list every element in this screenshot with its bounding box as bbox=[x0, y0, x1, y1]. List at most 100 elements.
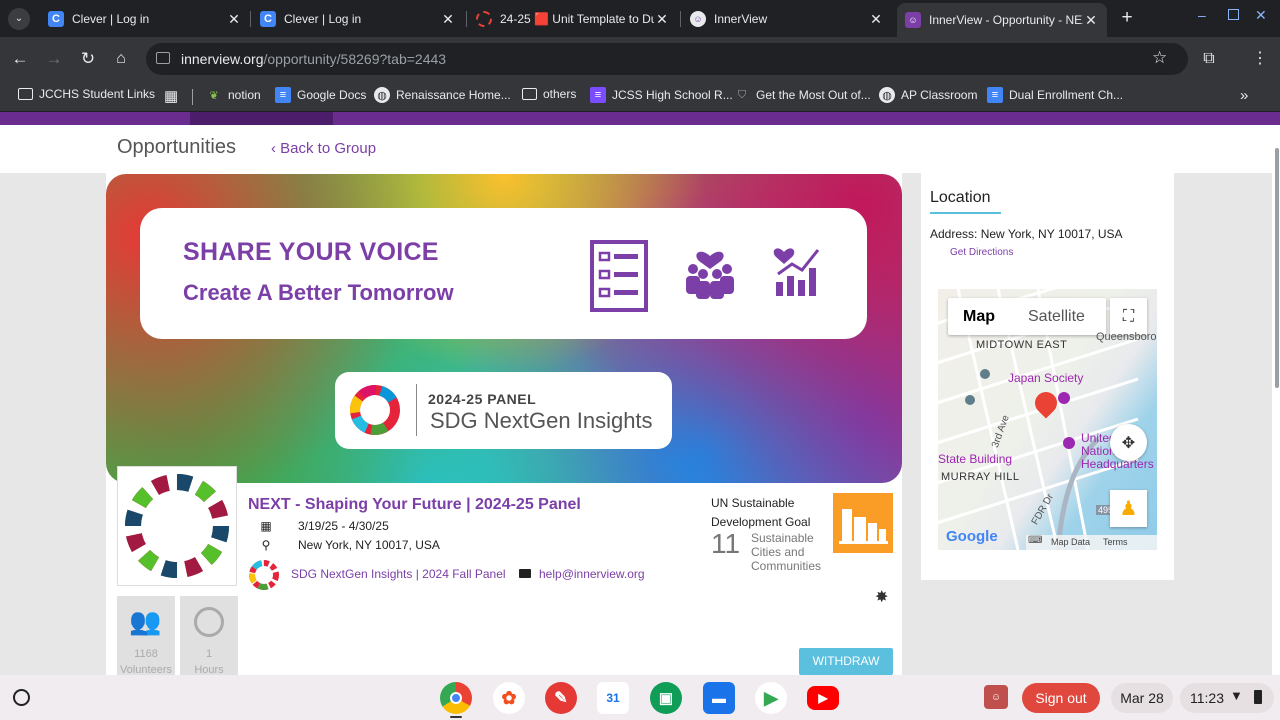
clock-icon bbox=[194, 607, 224, 637]
extensions-icon[interactable]: ⧉ bbox=[1198, 48, 1220, 70]
more-bookmarks-icon[interactable]: » bbox=[1240, 87, 1248, 104]
tab-divider bbox=[466, 11, 467, 27]
bookmark-renaissance[interactable]: ◍ Renaissance Home... bbox=[374, 87, 511, 103]
tab-unit-template[interactable]: 24-25 🟥 Unit Template to Du ✕ bbox=[468, 5, 678, 33]
tab-title: Clever | Log in bbox=[284, 12, 362, 26]
close-tab-icon[interactable]: ✕ bbox=[226, 11, 242, 28]
banner-headline: SHARE YOUR VOICE bbox=[183, 238, 439, 266]
poi-icon bbox=[965, 395, 975, 405]
location-address: Address: New York, NY 10017, USA bbox=[930, 227, 1123, 241]
forward-icon[interactable]: → bbox=[43, 48, 65, 70]
youtube-icon[interactable]: ▶ bbox=[807, 686, 839, 710]
map-data-link[interactable]: Map Data bbox=[1051, 537, 1090, 547]
event-location: New York, NY 10017, USA bbox=[298, 538, 440, 552]
apps-grid-icon[interactable]: ▦ bbox=[164, 87, 178, 105]
chrome-icon[interactable] bbox=[440, 682, 472, 714]
people-icon: 👥 bbox=[129, 606, 162, 636]
reload-icon[interactable]: ↻ bbox=[77, 48, 99, 70]
scrollbar-thumb[interactable] bbox=[1275, 148, 1279, 388]
location-header-underline bbox=[930, 212, 1001, 214]
withdraw-button[interactable]: WITHDRAW bbox=[799, 648, 893, 675]
gear-icon[interactable]: ✸ bbox=[875, 587, 888, 607]
minimize-icon[interactable]: – bbox=[1198, 7, 1214, 23]
survey-form-icon bbox=[590, 240, 648, 312]
map-label: State Building bbox=[938, 452, 1013, 466]
back-icon[interactable]: ← bbox=[9, 48, 31, 70]
tab-divider bbox=[680, 11, 681, 27]
calendar-app-icon[interactable]: 31 bbox=[597, 682, 629, 714]
address-bar[interactable]: innerview.org/opportunity/58269?tab=2443… bbox=[146, 43, 1188, 75]
close-window-icon[interactable]: ✕ bbox=[1255, 7, 1267, 24]
browser-toolbar: ← → ↻ ⌂ innerview.org/opportunity/58269?… bbox=[0, 37, 1280, 81]
location-map[interactable]: Map Satellite ⛶ MIDTOWN EAST Queensboro … bbox=[938, 289, 1157, 550]
location-row: ⚲ New York, NY 10017, USA bbox=[254, 538, 440, 552]
location-header: Location bbox=[930, 189, 991, 206]
canvas-paint-icon[interactable]: ✎ bbox=[545, 682, 577, 714]
map-tab[interactable]: Map bbox=[963, 308, 995, 326]
map-pin-icon: ⚲ bbox=[261, 538, 271, 552]
clever-icon: C bbox=[260, 11, 276, 27]
hours-stat: 1 Hours bbox=[180, 596, 238, 676]
restore-icon[interactable] bbox=[1228, 9, 1239, 20]
tab-search-button[interactable]: ⌄ bbox=[8, 8, 30, 30]
tab-innerview[interactable]: ☺ InnerView ✕ bbox=[682, 5, 892, 33]
bookmark-jcss[interactable]: ≡ JCSS High School R... bbox=[590, 87, 733, 103]
organization-link[interactable]: SDG NextGen Insights | 2024 Fall Panel bbox=[291, 567, 506, 581]
wifi-icon: ▼ bbox=[1230, 688, 1243, 703]
tab-title: Clever | Log in bbox=[72, 12, 150, 26]
classroom-icon[interactable]: ▣ bbox=[650, 682, 682, 714]
home-icon[interactable]: ⌂ bbox=[110, 48, 132, 70]
bookmark-dual-enrollment[interactable]: ≡ Dual Enrollment Ch... bbox=[987, 87, 1123, 103]
bookmark-star-icon[interactable]: ☆ bbox=[1152, 48, 1167, 68]
date-display[interactable]: Mar 28 bbox=[1111, 683, 1173, 713]
tab-clever-2[interactable]: C Clever | Log in ✕ bbox=[252, 5, 464, 33]
bookmark-google-docs[interactable]: ≡ Google Docs bbox=[275, 87, 366, 103]
innerview-icon: ☺ bbox=[690, 11, 706, 27]
fullscreen-icon[interactable]: ⛶ bbox=[1110, 298, 1147, 335]
bookmark-others[interactable]: others bbox=[522, 87, 576, 101]
notion-icon: ❦ bbox=[209, 89, 219, 102]
url-text[interactable]: innerview.org/opportunity/58269?tab=2443 bbox=[181, 51, 446, 67]
sdg-logo-icon bbox=[125, 474, 229, 578]
growth-chart-icon bbox=[773, 248, 820, 296]
date-range: 3/19/25 - 4/30/25 bbox=[298, 519, 389, 533]
files-icon[interactable]: ▬ bbox=[703, 682, 735, 714]
bookmark-jcchs[interactable]: JCCHS Student Links bbox=[18, 87, 155, 101]
menu-icon[interactable]: ⋮ bbox=[1249, 48, 1271, 70]
bookmark-notion[interactable]: ❦ notion bbox=[206, 87, 260, 103]
back-to-group-link[interactable]: ‹ Back to Group bbox=[271, 140, 376, 157]
play-store-icon[interactable]: ▶ bbox=[755, 682, 787, 714]
tab-innerview-opportunity[interactable]: ☺ InnerView - Opportunity - NEX ✕ bbox=[897, 3, 1107, 37]
active-app-indicator bbox=[450, 716, 462, 718]
bookmark-ap-classroom[interactable]: ◍ AP Classroom bbox=[879, 87, 977, 103]
clock-time: 11:23 bbox=[1190, 690, 1224, 706]
site-info-icon[interactable] bbox=[156, 52, 170, 64]
street-view-pegman-icon[interactable]: ♟ bbox=[1110, 490, 1147, 527]
contact-email-link[interactable]: help@innerview.org bbox=[539, 567, 645, 581]
close-tab-icon[interactable]: ✕ bbox=[654, 11, 670, 28]
poi-icon bbox=[980, 369, 990, 379]
globe-icon: ◍ bbox=[879, 87, 895, 103]
close-tab-icon[interactable]: ✕ bbox=[868, 11, 884, 28]
organization-logo bbox=[117, 466, 237, 586]
close-tab-icon[interactable]: ✕ bbox=[1083, 12, 1099, 29]
pan-control-icon[interactable]: ✥ bbox=[1110, 424, 1147, 461]
user-avatar[interactable]: ☺ bbox=[984, 685, 1008, 709]
launcher-icon[interactable] bbox=[13, 689, 30, 706]
figma-icon[interactable]: ✿ bbox=[493, 682, 525, 714]
bookmark-get-the-most[interactable]: ⛉ Get the Most Out of... bbox=[734, 87, 871, 103]
tab-clever-1[interactable]: C Clever | Log in ✕ bbox=[40, 5, 250, 33]
poi-icon bbox=[1063, 437, 1075, 449]
opportunity-title[interactable]: NEXT - Shaping Your Future | 2024-25 Pan… bbox=[248, 496, 581, 514]
new-tab-button[interactable]: + bbox=[1117, 8, 1137, 28]
terms-link[interactable]: Terms bbox=[1103, 537, 1128, 547]
folder-icon bbox=[18, 88, 33, 100]
sign-out-button[interactable]: Sign out bbox=[1022, 683, 1100, 713]
satellite-tab[interactable]: Satellite bbox=[1028, 308, 1085, 326]
get-directions-link[interactable]: Get Directions bbox=[950, 247, 1013, 258]
google-logo: Google bbox=[946, 528, 998, 545]
keyboard-icon[interactable]: ⌨ bbox=[1028, 535, 1042, 546]
volunteers-count: 1168 bbox=[134, 648, 158, 660]
close-tab-icon[interactable]: ✕ bbox=[440, 11, 456, 28]
bookmarks-bar: JCCHS Student Links ▦ ❦ notion ≡ Google Do… bbox=[0, 81, 1280, 112]
